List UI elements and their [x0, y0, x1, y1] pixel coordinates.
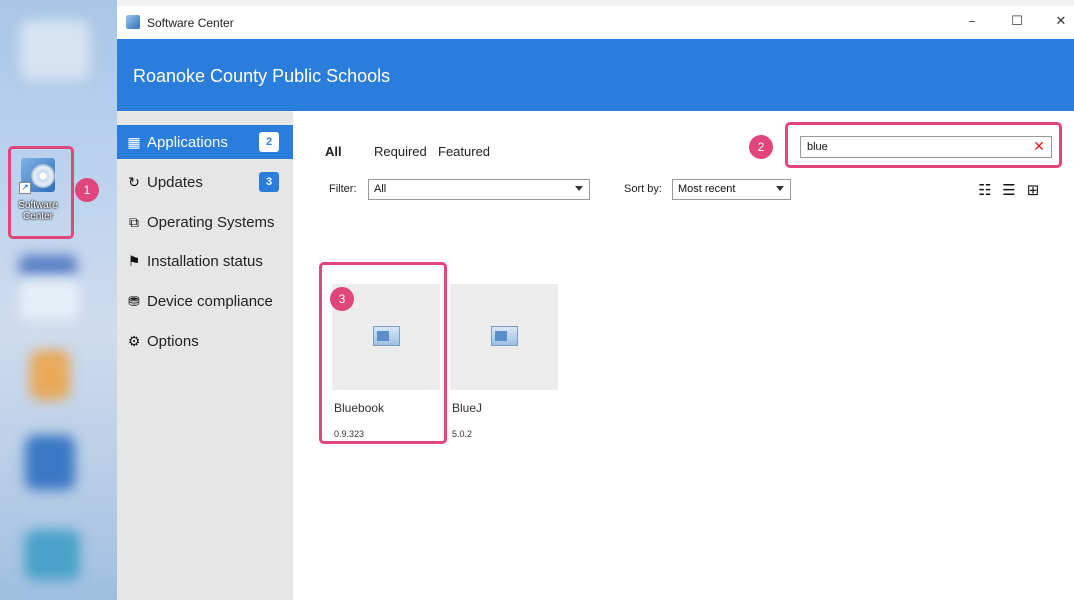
minimize-button[interactable]: –: [952, 10, 992, 34]
app-icon: [126, 15, 140, 29]
tab-required[interactable]: Required: [374, 144, 427, 159]
sidebar-item-label: Installation status: [147, 253, 263, 270]
tab-all[interactable]: All: [325, 144, 342, 159]
tab-featured[interactable]: Featured: [438, 144, 490, 159]
grid-icon: ▦: [127, 135, 141, 151]
filter-label: Filter:: [329, 183, 357, 195]
desktop-background: ↗ Software Center: [0, 0, 117, 600]
sidebar: ▦ Applications 2 ↻ Updates 3 ⧉ Operating…: [117, 111, 293, 600]
windows-stack-icon: ⧉: [129, 215, 139, 231]
app-tile-bluej[interactable]: BlueJ 5.0.2: [450, 284, 558, 439]
app-thumbnail: [450, 284, 558, 390]
sidebar-item-label: Options: [147, 333, 199, 350]
blurred-desktop-icon: [25, 435, 75, 490]
app-version: 5.0.2: [452, 429, 473, 439]
count-badge: 2: [259, 132, 279, 152]
checklist-view-icon[interactable]: ☷: [976, 181, 994, 199]
header-banner: Roanoke County Public Schools: [117, 39, 1074, 111]
sort-selected-value: Most recent: [678, 183, 736, 195]
filter-selected-value: All: [374, 183, 387, 195]
app-name: BlueJ: [452, 401, 483, 415]
sort-dropdown[interactable]: Most recent: [672, 179, 791, 200]
list-view-icon[interactable]: ☰: [1000, 181, 1018, 199]
sort-label: Sort by:: [624, 183, 662, 195]
sidebar-item-applications[interactable]: ▦ Applications 2: [117, 125, 293, 159]
blurred-desktop-icon: [20, 20, 90, 80]
tile-view-icon[interactable]: ⊞: [1024, 181, 1042, 199]
highlight-box-1: [8, 146, 74, 239]
maximize-button[interactable]: ☐: [997, 10, 1037, 34]
organization-name: Roanoke County Public Schools: [133, 66, 391, 86]
title-bar[interactable]: Software Center – ☐ ✕: [117, 6, 1074, 39]
blurred-desktop-icon: [18, 255, 78, 275]
application-icon: [491, 326, 518, 346]
sidebar-item-operating-systems[interactable]: ⧉ Operating Systems: [117, 205, 293, 239]
sidebar-item-options[interactable]: ⚙ Options: [117, 324, 293, 358]
callout-badge-3: 3: [330, 287, 354, 311]
close-button[interactable]: ✕: [1041, 10, 1074, 34]
blurred-desktop-icon: [25, 530, 80, 580]
count-badge: 3: [259, 172, 279, 192]
sidebar-item-installation-status[interactable]: ⚑ Installation status: [117, 244, 293, 278]
refresh-icon: ↻: [128, 175, 140, 191]
blurred-desktop-icon: [30, 350, 70, 400]
sidebar-item-updates[interactable]: ↻ Updates 3: [117, 165, 293, 199]
sidebar-item-label: Applications: [147, 134, 228, 151]
compliance-icon: ⛃: [128, 294, 140, 310]
sidebar-item-label: Operating Systems: [147, 214, 275, 231]
sidebar-item-label: Device compliance: [147, 293, 273, 310]
callout-badge-2: 2: [749, 135, 773, 159]
gear-icon: ⚙: [127, 334, 141, 350]
flag-icon: ⚑: [127, 254, 141, 270]
highlight-box-2: [785, 122, 1062, 168]
software-center-window: Software Center – ☐ ✕ Roanoke County Pub…: [117, 6, 1074, 600]
sidebar-item-label: Updates: [147, 174, 203, 191]
callout-badge-1: 1: [75, 178, 99, 202]
sidebar-item-device-compliance[interactable]: ⛃ Device compliance: [117, 284, 293, 318]
chevron-down-icon: [776, 186, 784, 191]
chevron-down-icon: [575, 186, 583, 191]
window-title: Software Center: [147, 16, 234, 30]
filter-dropdown[interactable]: All: [368, 179, 590, 200]
blurred-desktop-icon: [20, 280, 80, 320]
